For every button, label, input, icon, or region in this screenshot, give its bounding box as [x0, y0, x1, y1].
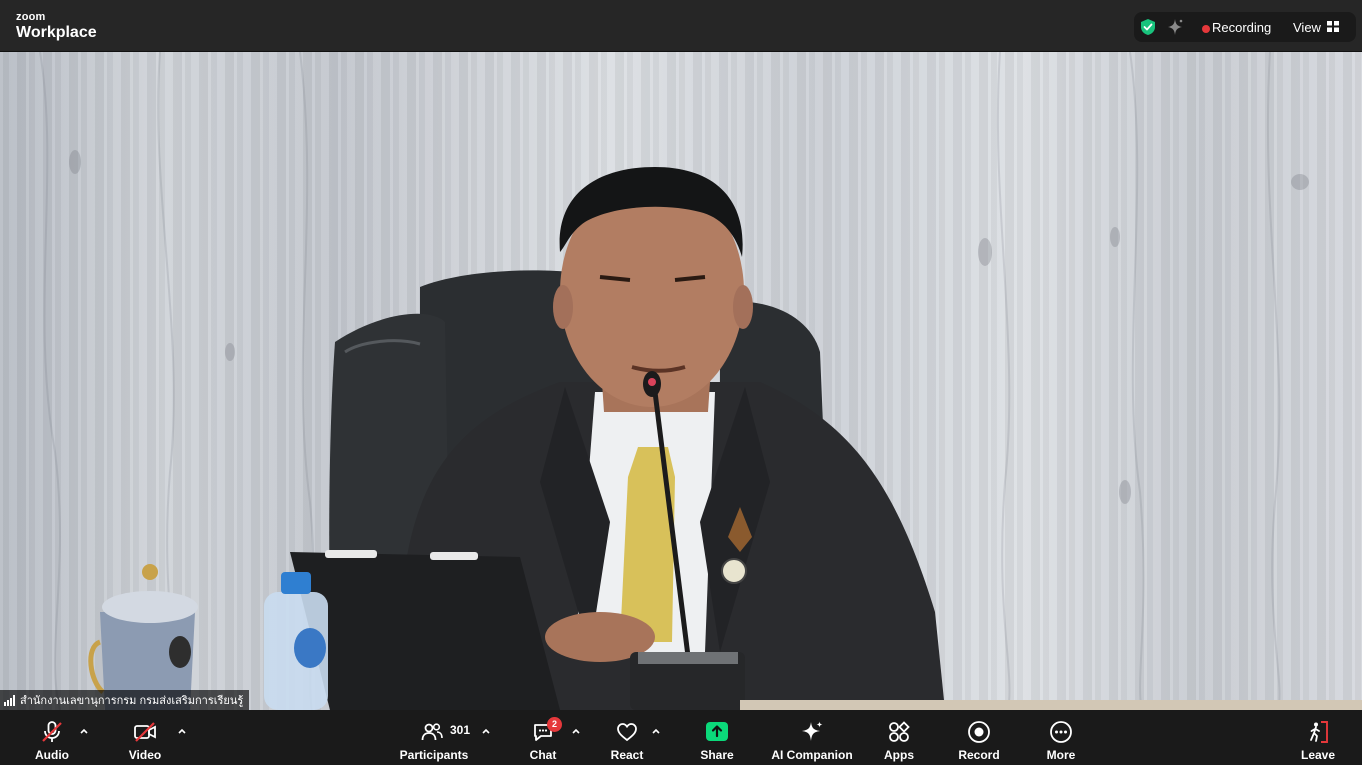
- video-button[interactable]: Video: [120, 710, 170, 765]
- chat-unread-badge: 2: [547, 717, 562, 732]
- app-logo: zoom Workplace: [16, 12, 97, 41]
- mic-muted-icon: [42, 721, 62, 742]
- share-screen-icon: [706, 722, 728, 741]
- meeting-controls-toolbar: Audio Video Participants 301 Chat 2 Reac…: [0, 710, 1362, 765]
- more-ellipsis-icon: [1050, 721, 1072, 743]
- participants-options-chevron-up-icon[interactable]: [481, 726, 491, 736]
- ai-companion-button[interactable]: AI Companion: [770, 710, 854, 765]
- meeting-status-bar: Recording View: [1134, 12, 1356, 42]
- title-bar: zoom Workplace Recording View: [0, 0, 1362, 52]
- react-options-chevron-up-icon[interactable]: [651, 726, 661, 736]
- recording-dot-icon: [1202, 25, 1210, 33]
- video-scene: [39, 52, 1362, 710]
- video-options-chevron-up-icon[interactable]: [177, 726, 187, 736]
- connection-signal-icon: [4, 694, 15, 706]
- camera-off-icon: [134, 722, 156, 742]
- participants-label: Participants: [399, 748, 469, 762]
- audio-options-chevron-up-icon[interactable]: [79, 726, 89, 736]
- apps-icon: [889, 721, 910, 742]
- recording-label[interactable]: Recording: [1212, 20, 1271, 35]
- heart-icon: [617, 723, 637, 742]
- leave-button[interactable]: Leave: [1298, 710, 1338, 765]
- chat-label: Chat: [529, 748, 557, 762]
- react-label: React: [610, 748, 644, 762]
- ai-companion-label: AI Companion: [771, 748, 853, 762]
- record-icon: [968, 721, 990, 743]
- participants-button[interactable]: Participants: [396, 710, 472, 765]
- react-button[interactable]: React: [605, 710, 649, 765]
- chat-options-chevron-up-icon[interactable]: [571, 726, 581, 736]
- apps-button[interactable]: Apps: [878, 710, 920, 765]
- record-button[interactable]: Record: [954, 710, 1004, 765]
- participant-name: สำนักงานเลขานุการกรม กรมส่งเสริมการเรียน…: [20, 695, 244, 707]
- participants-icon: [421, 723, 443, 741]
- video-label: Video: [128, 748, 162, 762]
- brand-zoom-text: zoom: [16, 11, 46, 23]
- participants-count: 301: [450, 723, 471, 737]
- ai-sparkle-icon: [802, 721, 823, 741]
- grid-view-icon[interactable]: [1327, 21, 1339, 32]
- apps-label: Apps: [884, 748, 914, 762]
- audio-label: Audio: [35, 748, 69, 762]
- leave-label: Leave: [1300, 748, 1336, 762]
- more-label: More: [1046, 748, 1076, 762]
- record-label: Record: [958, 748, 1000, 762]
- speaker-video[interactable]: สำนักงานเลขานุการกรม กรมส่งเสริมการเรียน…: [0, 52, 1362, 710]
- audio-button[interactable]: Audio: [28, 710, 76, 765]
- sparkle-icon[interactable]: [1166, 18, 1184, 36]
- share-button[interactable]: Share: [694, 710, 740, 765]
- share-label: Share: [700, 748, 734, 762]
- brand-name-text: Workplace: [16, 24, 97, 41]
- participant-name-tag: สำนักงานเลขานุการกรม กรมส่งเสริมการเรียน…: [0, 690, 250, 710]
- view-button[interactable]: View: [1293, 20, 1321, 35]
- shield-check-icon[interactable]: [1139, 18, 1157, 36]
- more-button[interactable]: More: [1038, 710, 1084, 765]
- leave-door-icon: [1310, 721, 1328, 743]
